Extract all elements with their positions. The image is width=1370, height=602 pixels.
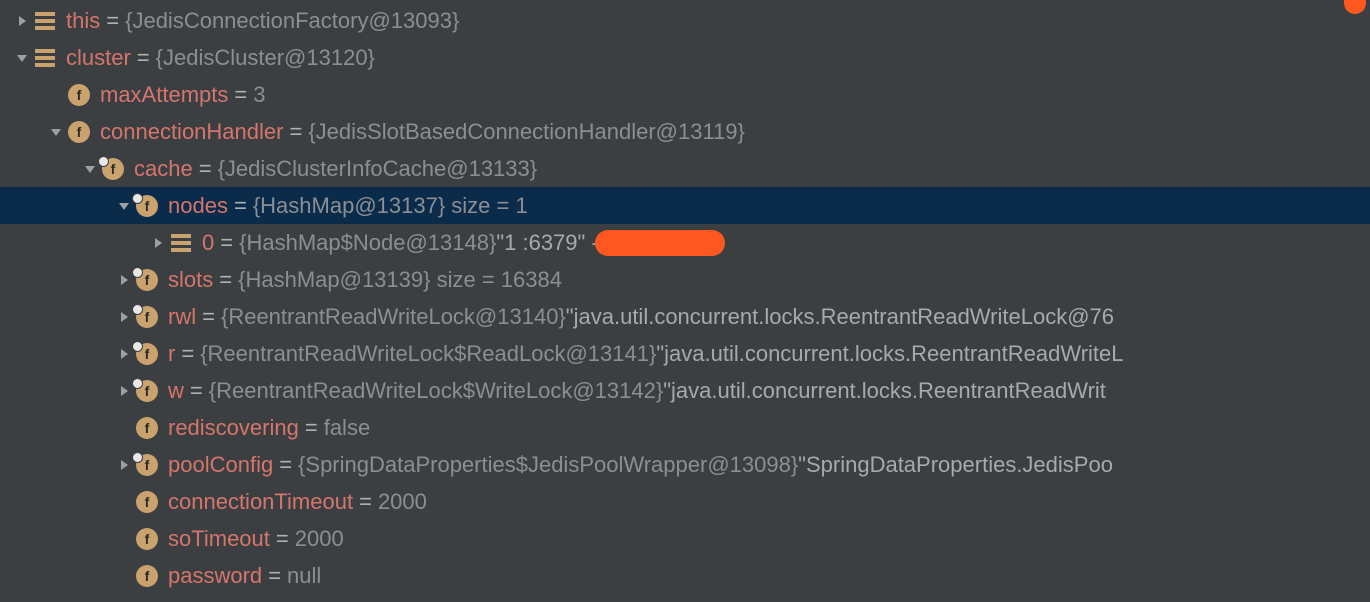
variable-value: {JedisCluster@13120}: [156, 45, 375, 71]
variable-label: cache = {JedisClusterInfoCache@13133}: [134, 156, 537, 182]
variable-value: 3: [253, 82, 265, 108]
variable-name: password: [168, 563, 262, 589]
variable-value: 2000: [295, 526, 344, 552]
redaction-mark: [595, 230, 725, 256]
tree-row[interactable]: f rediscovering = false: [0, 409, 1370, 446]
variable-label: password = null: [168, 563, 321, 589]
chevron-right-icon[interactable]: [12, 15, 32, 27]
field-icon: f: [134, 565, 160, 587]
variable-name: cluster: [66, 45, 131, 71]
tree-row[interactable]: 0 = {HashMap$Node@13148} "1 :6379" ->: [0, 224, 1370, 261]
variable-value: {HashMap@13139} size = 16384: [238, 267, 562, 293]
field-icon: f: [66, 84, 92, 106]
variable-name: 0: [202, 230, 214, 256]
tree-row[interactable]: f connectionTimeout = 2000: [0, 483, 1370, 520]
variable-label: this = {JedisConnectionFactory@13093}: [66, 8, 459, 34]
variable-label: maxAttempts = 3: [100, 82, 265, 108]
tree-row[interactable]: f connectionHandler = {JedisSlotBasedConn…: [0, 113, 1370, 150]
variable-name: cache: [134, 156, 193, 182]
object-icon: [168, 234, 194, 252]
field-icon: f: [134, 528, 160, 550]
variable-value: false: [324, 415, 370, 441]
variable-label: soTimeout = 2000: [168, 526, 344, 552]
variable-label: connectionHandler = {JedisSlotBasedConne…: [100, 119, 745, 145]
tree-row[interactable]: f nodes = {HashMap@13137} size = 1: [0, 187, 1370, 224]
chevron-down-icon[interactable]: [12, 53, 32, 63]
variable-label: connectionTimeout = 2000: [168, 489, 427, 515]
variable-name: w: [168, 378, 184, 404]
tree-row[interactable]: cluster = {JedisCluster@13120}: [0, 39, 1370, 76]
tree-row[interactable]: f poolConfig = {SpringDataProperties$Jedi…: [0, 446, 1370, 483]
variable-name: r: [168, 341, 175, 367]
variable-label: cluster = {JedisCluster@13120}: [66, 45, 375, 71]
variable-name: maxAttempts: [100, 82, 228, 108]
variable-value: {JedisConnectionFactory@13093}: [125, 8, 459, 34]
chevron-right-icon[interactable]: [148, 237, 168, 249]
field-icon: f: [66, 121, 92, 143]
variable-name: this: [66, 8, 100, 34]
chevron-right-icon[interactable]: [114, 311, 134, 323]
variable-string: "java.util.concurrent.locks.ReentrantRea…: [663, 378, 1106, 404]
field-icon: f: [134, 269, 160, 291]
variable-name: slots: [168, 267, 213, 293]
field-icon: f: [134, 491, 160, 513]
variable-value: {HashMap$Node@13148}: [239, 230, 496, 256]
field-icon: f: [134, 454, 160, 476]
chevron-down-icon[interactable]: [80, 164, 100, 174]
variable-name: soTimeout: [168, 526, 270, 552]
variable-name: rwl: [168, 304, 196, 330]
chevron-right-icon[interactable]: [114, 348, 134, 360]
field-icon: f: [134, 380, 160, 402]
variable-name: connectionTimeout: [168, 489, 353, 515]
variable-name: rediscovering: [168, 415, 299, 441]
variable-label: poolConfig = {SpringDataProperties$Jedis…: [168, 452, 1113, 478]
tree-row[interactable]: f rwl = {ReentrantReadWriteLock@13140} "j…: [0, 298, 1370, 335]
variable-value: {HashMap@13137} size = 1: [253, 193, 528, 219]
tree-row[interactable]: f maxAttempts = 3: [0, 76, 1370, 113]
tree-row[interactable]: f w = {ReentrantReadWriteLock$WriteLock@1…: [0, 372, 1370, 409]
variable-string: "java.util.concurrent.locks.ReentrantRea…: [566, 304, 1114, 330]
field-icon: f: [134, 343, 160, 365]
variable-name: connectionHandler: [100, 119, 283, 145]
variable-label: slots = {HashMap@13139} size = 16384: [168, 267, 562, 293]
tree-row[interactable]: f slots = {HashMap@13139} size = 16384: [0, 261, 1370, 298]
chevron-right-icon[interactable]: [114, 274, 134, 286]
variable-string: "java.util.concurrent.locks.ReentrantRea…: [656, 341, 1123, 367]
variable-value: {JedisSlotBasedConnectionHandler@13119}: [308, 119, 745, 145]
variable-value: {JedisClusterInfoCache@13133}: [218, 156, 538, 182]
variable-label: nodes = {HashMap@13137} size = 1: [168, 193, 528, 219]
variable-value: {ReentrantReadWriteLock@13140}: [221, 304, 566, 330]
field-icon: f: [134, 195, 160, 217]
chevron-right-icon[interactable]: [114, 385, 134, 397]
variable-value: {ReentrantReadWriteLock$ReadLock@13141}: [200, 341, 656, 367]
variable-label: rediscovering = false: [168, 415, 370, 441]
chevron-right-icon[interactable]: [114, 459, 134, 471]
field-icon: f: [134, 306, 160, 328]
variable-name: poolConfig: [168, 452, 273, 478]
chevron-down-icon[interactable]: [114, 201, 134, 211]
tree-row[interactable]: f password = null: [0, 557, 1370, 594]
variable-label: w = {ReentrantReadWriteLock$WriteLock@13…: [168, 378, 1106, 404]
variable-name: nodes: [168, 193, 228, 219]
variable-value: {SpringDataProperties$JedisPoolWrapper@1…: [298, 452, 798, 478]
chevron-down-icon[interactable]: [46, 127, 66, 137]
tree-row[interactable]: f r = {ReentrantReadWriteLock$ReadLock@13…: [0, 335, 1370, 372]
field-icon: f: [100, 158, 126, 180]
tree-row[interactable]: f soTimeout = 2000: [0, 520, 1370, 557]
variable-value: null: [287, 563, 321, 589]
variable-value: {ReentrantReadWriteLock$WriteLock@13142}: [209, 378, 663, 404]
object-icon: [32, 12, 58, 30]
field-icon: f: [134, 417, 160, 439]
tree-row[interactable]: this = {JedisConnectionFactory@13093}: [0, 2, 1370, 39]
variable-label: 0 = {HashMap$Node@13148} "1 :6379" ->: [202, 230, 612, 256]
variables-tree: this = {JedisConnectionFactory@13093} clu…: [0, 0, 1370, 594]
variable-string: "SpringDataProperties.JedisPoo: [798, 452, 1113, 478]
variable-label: r = {ReentrantReadWriteLock$ReadLock@131…: [168, 341, 1124, 367]
object-icon: [32, 49, 58, 67]
tree-row[interactable]: f cache = {JedisClusterInfoCache@13133}: [0, 150, 1370, 187]
variable-value: 2000: [378, 489, 427, 515]
variable-label: rwl = {ReentrantReadWriteLock@13140} "ja…: [168, 304, 1114, 330]
